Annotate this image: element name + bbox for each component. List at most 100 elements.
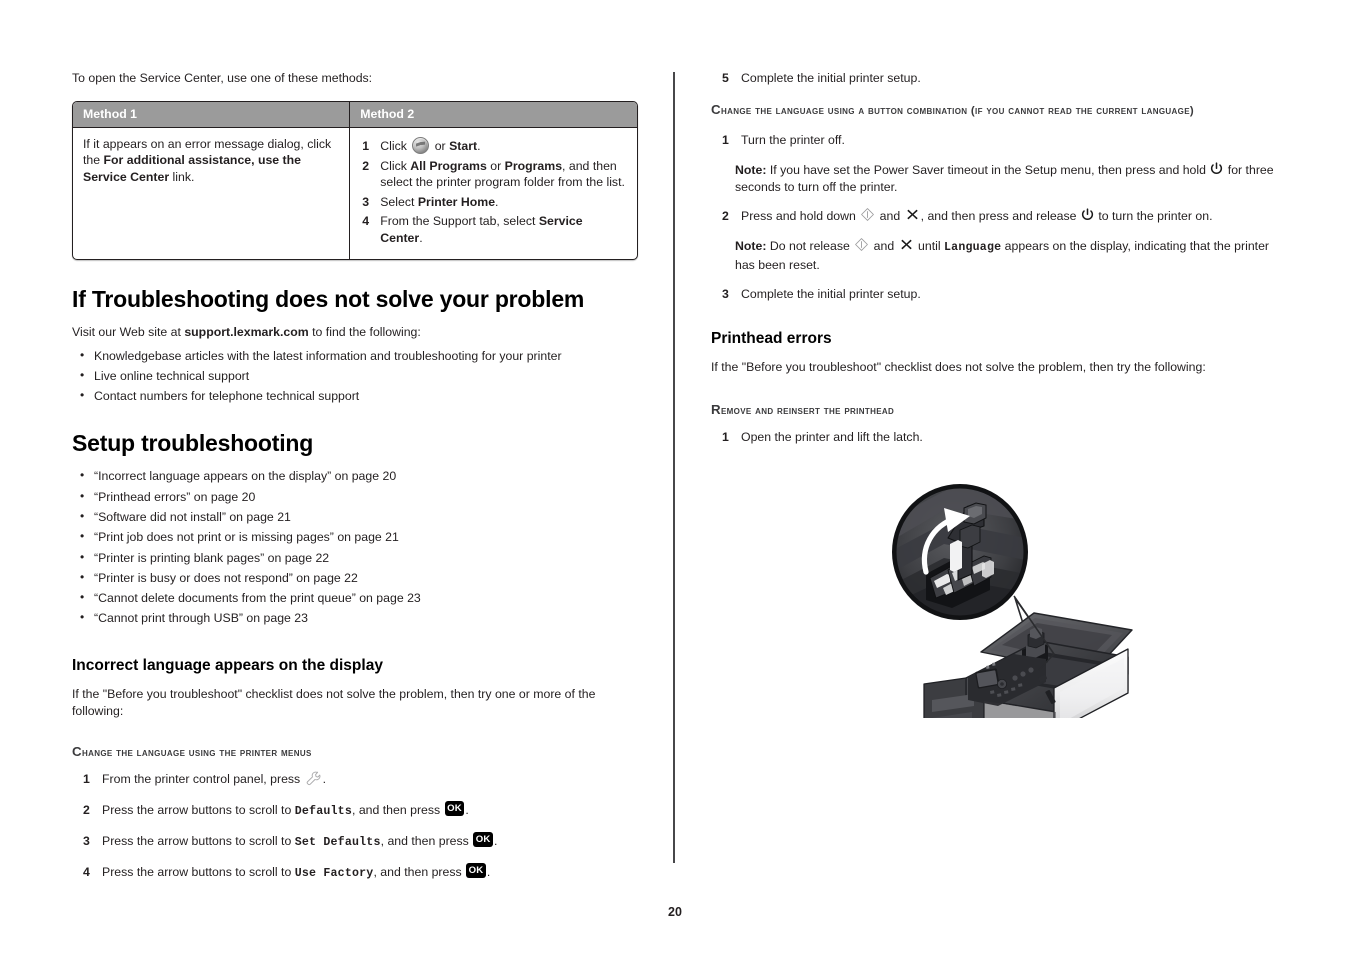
- method-1-cell: If it appears on an error message dialog…: [73, 127, 351, 260]
- step-number: 1: [722, 133, 729, 147]
- printer-open-lid-printhead-latch-illustration: [886, 478, 1146, 744]
- step-text-mid-1: and: [876, 209, 904, 223]
- list-item[interactable]: “Printer is printing blank pages” on pag…: [72, 549, 638, 566]
- wrench-icon: [305, 770, 322, 787]
- table-header-method-2: Method 2: [349, 101, 637, 128]
- list-item[interactable]: “Software did not install” on page 21: [72, 508, 638, 525]
- list-item: 3 Press the arrow buttons to scroll to Se…: [72, 831, 638, 851]
- document-page: To open the Service Center, use one of t…: [0, 0, 1350, 954]
- website-benefits-list: Knowledgebase articles with the latest i…: [72, 347, 638, 405]
- step-text-pre: Press the arrow buttons to scroll to: [102, 864, 295, 879]
- list-item: 3 Select Printer Home.: [360, 194, 627, 211]
- list-item[interactable]: “Cannot print through USB” on page 23: [72, 609, 638, 626]
- step-text-mid: or: [486, 158, 505, 173]
- subheading-text: hange the language using the printer men…: [81, 747, 312, 760]
- subheading-text: hange the language using a button combin…: [720, 105, 1195, 117]
- subheading-dropcap: R: [711, 401, 721, 417]
- list-item: Live online technical support: [72, 367, 638, 384]
- step-number: 1: [362, 138, 370, 153]
- subheading-dropcap: C: [72, 744, 82, 760]
- list-item[interactable]: “Incorrect language appears on the displ…: [72, 467, 638, 484]
- support-site-link[interactable]: support.lexmark.com: [184, 325, 308, 339]
- step-number: 2: [362, 158, 370, 173]
- step-text-post: .: [494, 833, 498, 848]
- power-icon: [1081, 208, 1094, 222]
- step-text-pre: Press the arrow buttons to scroll to: [102, 802, 295, 817]
- subheading-remove-reinsert-printhead: Remove and reinsert the printhead: [711, 401, 1277, 420]
- button-combination-final-step: 3 Complete the initial printer setup.: [711, 286, 1277, 303]
- cancel-x-icon: [900, 238, 913, 251]
- step-number: 1: [83, 772, 90, 787]
- step-text-pre: From the Support tab, select: [380, 214, 539, 229]
- list-item: 2 Press and hold down and , and then pres…: [711, 208, 1277, 225]
- step-text: Complete the initial printer setup.: [741, 71, 921, 85]
- note-label: Note:: [735, 163, 767, 177]
- list-item[interactable]: “Cannot delete documents from the print …: [72, 589, 638, 606]
- subheading-change-language-printer-menus: Change the language using the printer me…: [72, 743, 638, 762]
- display-message-name: Language: [944, 241, 1002, 254]
- step-text-mid-2: , and then press and release: [920, 209, 1080, 223]
- menu-item-name: Use Factory: [294, 866, 374, 880]
- list-item[interactable]: “Printer is busy or does not respond” on…: [72, 569, 638, 586]
- service-center-methods-table: Method 1 Method 2 If it appears on an er…: [72, 100, 638, 261]
- page-title-troubleshooting: If Troubleshooting does not solve your p…: [72, 286, 585, 313]
- incorrect-language-intro: If the "Before you troubleshoot" checkli…: [72, 687, 596, 718]
- right-column: 5 Complete the initial printer setup. Cha…: [711, 70, 1277, 459]
- step-text-bold-2: Programs: [504, 158, 563, 173]
- button-combination-steps: 1 Turn the printer off.: [711, 132, 1277, 149]
- button-combination-steps-continued: 2 Press and hold down and , and then pres…: [711, 208, 1277, 225]
- ok-key-icon: OK: [473, 831, 494, 847]
- list-item[interactable]: “Print job does not print or is missing …: [72, 528, 638, 545]
- note-text-pre: Do not release: [766, 239, 854, 253]
- step-text-mid: or: [431, 138, 450, 153]
- step-text-post: .: [477, 138, 481, 153]
- table-row: If it appears on an error message dialog…: [73, 127, 637, 260]
- menu-item-name: Set Defaults: [294, 835, 381, 849]
- start-diamond-icon: [854, 237, 869, 252]
- step-text-post: .: [465, 802, 469, 817]
- section-title-incorrect-language: Incorrect language appears on the displa…: [72, 657, 383, 675]
- step-text-post: .: [495, 194, 499, 209]
- start-diamond-icon: [860, 207, 875, 222]
- setup-troubleshooting-topic-list: “Incorrect language appears on the displ…: [72, 467, 638, 626]
- left-column: To open the Service Center, use one of t…: [72, 70, 638, 895]
- visit-pre: Visit our Web site at: [72, 325, 185, 340]
- step-number: 3: [362, 194, 370, 209]
- list-item[interactable]: “Printhead errors” on page 20: [72, 488, 638, 505]
- step-text-pre: Select: [380, 194, 418, 209]
- method-1-text-part2: link.: [169, 169, 195, 184]
- step-text-pre: Click: [380, 138, 411, 153]
- list-item: 4 Press the arrow buttons to scroll to Us…: [72, 862, 638, 882]
- table-header-method-1: Method 1: [73, 101, 351, 128]
- step-text-pre: Click: [380, 158, 411, 173]
- step-text: Complete the initial printer setup.: [741, 287, 921, 301]
- list-item: 1 Turn the printer off.: [711, 132, 1277, 149]
- subheading-change-language-button-combination: Change the language using a button combi…: [711, 101, 1273, 120]
- table-header-row: Method 1 Method 2: [73, 101, 637, 128]
- step-text-post: .: [486, 864, 491, 879]
- step-text-post: .: [322, 772, 327, 787]
- note-label: Note:: [735, 239, 767, 253]
- note-do-not-release: Note: Do not release and until Language …: [735, 238, 1277, 273]
- subheading-dropcap: C: [711, 102, 721, 117]
- method-2-step-list: 1 Click or Start. 2 Click All Programs or …: [360, 136, 627, 247]
- note-text-mid-1: and: [870, 239, 898, 253]
- power-icon: [1210, 162, 1223, 176]
- list-item: 2 Click All Programs or Programs, and the…: [360, 158, 627, 191]
- step-text-post: .: [419, 230, 423, 245]
- step-text-pre: Press and hold down: [741, 209, 860, 223]
- step-text: Turn the printer off.: [741, 133, 845, 147]
- column-divider: [673, 72, 675, 863]
- windows-start-orb-icon: [412, 136, 430, 154]
- continued-step-list: 5 Complete the initial printer setup.: [711, 70, 1277, 87]
- ok-key-icon: OK: [444, 800, 465, 816]
- list-item: 3 Complete the initial printer setup.: [711, 286, 1277, 303]
- note-text-pre: If you have set the Power Saver timeout …: [766, 163, 1210, 177]
- step-text-post: to turn the printer on.: [1094, 209, 1213, 223]
- list-item: 5 Complete the initial printer setup.: [711, 70, 1277, 87]
- step-text-pre: Press the arrow buttons to scroll to: [102, 833, 295, 848]
- step-number: 4: [83, 864, 90, 879]
- subheading-text: emove and reinsert the printhead: [720, 404, 895, 417]
- note-text-mid-2: until: [914, 239, 944, 253]
- cancel-x-icon: [906, 208, 919, 221]
